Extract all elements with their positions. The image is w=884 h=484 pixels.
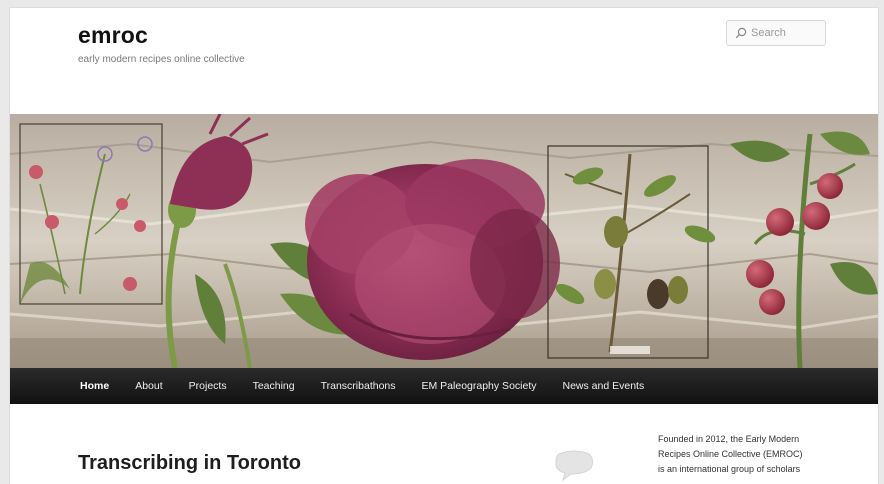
header-banner-image <box>10 114 878 368</box>
nav-item-home[interactable]: Home <box>10 380 122 392</box>
sidebar-intro: Founded in 2012, the Early Modern Recipe… <box>658 432 838 477</box>
search-icon <box>735 27 747 39</box>
nav-item-projects[interactable]: Projects <box>176 380 240 392</box>
nav-item-about[interactable]: About <box>122 380 175 392</box>
nav-item-transcribathons[interactable]: Transcribathons <box>308 380 409 392</box>
search-box[interactable] <box>726 20 826 46</box>
nav-item-teaching[interactable]: Teaching <box>240 380 308 392</box>
nav-item-paleography-society[interactable]: EM Paleography Society <box>409 380 550 392</box>
sidebar-intro-line: Recipes Online Collective (EMROC) <box>658 449 803 459</box>
nav-item-news-events[interactable]: News and Events <box>550 380 658 392</box>
site-description: early modern recipes online collective <box>78 54 245 65</box>
search-input[interactable] <box>751 27 821 39</box>
main-navigation: Home About Projects Teaching Transcribat… <box>10 368 878 404</box>
sidebar-intro-line: is an international group of scholars <box>658 464 801 474</box>
sidebar-intro-line: Founded in 2012, the Early Modern <box>658 434 800 444</box>
comment-bubble-icon[interactable] <box>553 450 595 482</box>
page: emroc early modern recipes online collec… <box>10 8 878 484</box>
site-title[interactable]: emroc <box>78 22 148 49</box>
post-title[interactable]: Transcribing in Toronto <box>78 452 301 475</box>
